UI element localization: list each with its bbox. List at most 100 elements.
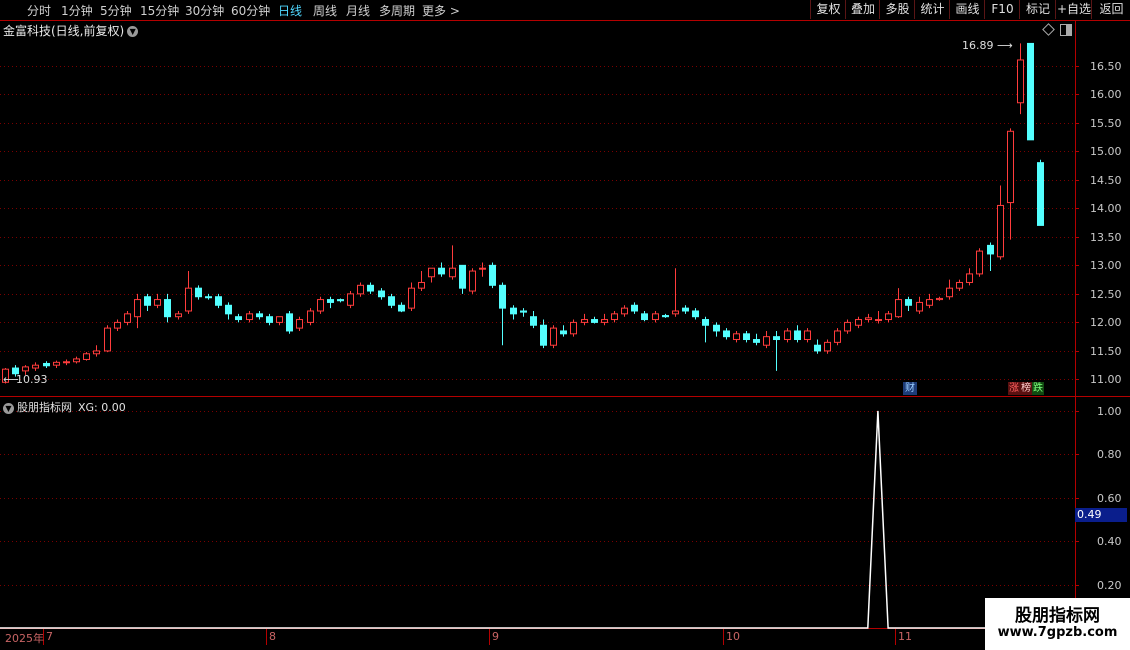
candle-29 bbox=[296, 316, 303, 331]
candle-21 bbox=[215, 293, 222, 309]
price-tick-label-8: 12.50 bbox=[1090, 287, 1122, 301]
candle-58 bbox=[591, 316, 598, 324]
candle-47 bbox=[479, 262, 486, 277]
candle-74 bbox=[753, 333, 760, 346]
candle-8 bbox=[83, 352, 90, 361]
candle-4 bbox=[43, 361, 50, 369]
candle-71 bbox=[723, 328, 730, 340]
candle-40 bbox=[408, 282, 415, 311]
candle-43 bbox=[438, 262, 445, 277]
candle-34 bbox=[347, 291, 354, 309]
price-tick-label-5: 14.00 bbox=[1090, 201, 1122, 215]
chevron-down-icon[interactable]: ▼ bbox=[3, 402, 14, 414]
indicator-tick-label-3: 0.40 bbox=[1097, 534, 1122, 548]
candle-92 bbox=[936, 296, 943, 301]
low-price-label: ⟵ 10.93 bbox=[3, 373, 48, 386]
candle-27 bbox=[276, 316, 283, 326]
candle-6 bbox=[63, 359, 70, 366]
candle-82 bbox=[834, 328, 841, 346]
price-tick-label-1: 16.00 bbox=[1090, 87, 1122, 101]
watermark-title: 股朋指标网 bbox=[1015, 606, 1100, 626]
candle-84 bbox=[855, 316, 862, 329]
candle-44 bbox=[449, 245, 456, 280]
candle-73 bbox=[743, 330, 750, 343]
candle-81 bbox=[824, 339, 831, 354]
candle-67 bbox=[682, 305, 689, 314]
candle-93 bbox=[946, 279, 953, 300]
indicator-value: XG: 0.00 bbox=[78, 401, 126, 414]
candle-75 bbox=[763, 330, 770, 349]
cursor-value-badge: 0.49 bbox=[1075, 508, 1127, 522]
candle-54 bbox=[550, 325, 557, 349]
candle-17 bbox=[175, 310, 182, 320]
candle-100 bbox=[1017, 43, 1024, 115]
candle-48 bbox=[489, 262, 496, 289]
date-tick-label-0: 2025年 bbox=[5, 632, 44, 645]
candle-41 bbox=[418, 271, 425, 292]
candle-57 bbox=[581, 313, 588, 326]
indicator-tick-label-4: 0.20 bbox=[1097, 578, 1122, 592]
indicator-tick-label-0: 1.00 bbox=[1097, 404, 1122, 418]
candle-55 bbox=[560, 325, 567, 337]
candle-96 bbox=[976, 248, 983, 277]
date-tick-label-5: 11 bbox=[898, 630, 912, 643]
price-tick-label-0: 16.50 bbox=[1090, 59, 1122, 73]
ranking-badge: 榜 bbox=[1020, 382, 1032, 395]
candle-80 bbox=[814, 339, 821, 354]
price-tick-label-7: 13.00 bbox=[1090, 258, 1122, 272]
candle-61 bbox=[621, 305, 628, 317]
candle-12 bbox=[124, 310, 131, 326]
candle-26 bbox=[266, 313, 273, 326]
candle-91 bbox=[926, 293, 933, 309]
candle-94 bbox=[956, 279, 963, 292]
candle-99 bbox=[1007, 128, 1014, 240]
candle-49 bbox=[499, 282, 506, 346]
candle-90 bbox=[916, 296, 923, 314]
candle-98 bbox=[997, 185, 1004, 260]
price-tick-label-2: 15.50 bbox=[1090, 116, 1122, 130]
candle-16 bbox=[164, 293, 171, 323]
candle-65 bbox=[662, 313, 669, 318]
candle-15 bbox=[154, 293, 161, 309]
candle-31 bbox=[317, 296, 324, 314]
candle-95 bbox=[966, 268, 973, 286]
candle-5 bbox=[53, 360, 60, 369]
indicator-tick-label-1: 0.80 bbox=[1097, 447, 1122, 461]
finance-badge[interactable]: 财 bbox=[903, 382, 917, 395]
candle-59 bbox=[601, 313, 608, 326]
candle-32 bbox=[327, 296, 334, 309]
candle-22 bbox=[225, 302, 232, 320]
candle-19 bbox=[195, 285, 202, 300]
date-tick-label-4: 10 bbox=[726, 630, 740, 643]
candle-102 bbox=[1037, 159, 1044, 226]
watermark: 股朋指标网 www.7gpzb.com bbox=[985, 598, 1130, 650]
candle-66 bbox=[672, 268, 679, 317]
candle-50 bbox=[510, 305, 517, 320]
price-tick-label-4: 14.50 bbox=[1090, 173, 1122, 187]
candle-38 bbox=[388, 293, 395, 309]
candle-69 bbox=[702, 316, 709, 343]
candle-9 bbox=[93, 345, 100, 357]
date-tick-label-1: 7 bbox=[46, 630, 53, 643]
xg-series-line bbox=[0, 410, 1075, 629]
candle-88 bbox=[895, 288, 902, 318]
candle-11 bbox=[114, 319, 121, 331]
price-tick-label-3: 15.00 bbox=[1090, 144, 1122, 158]
price-tick-label-6: 13.50 bbox=[1090, 230, 1122, 244]
candle-76 bbox=[773, 330, 780, 371]
candle-68 bbox=[692, 308, 699, 320]
price-tick-label-10: 11.50 bbox=[1090, 344, 1122, 358]
price-tick-label-9: 12.00 bbox=[1090, 315, 1122, 329]
candle-13 bbox=[134, 293, 141, 329]
high-price-label: 16.89 ⟶ bbox=[962, 39, 1013, 52]
candle-46 bbox=[469, 268, 476, 294]
candle-64 bbox=[652, 310, 659, 323]
candle-24 bbox=[246, 310, 253, 323]
candle-35 bbox=[357, 282, 364, 297]
candle-78 bbox=[794, 325, 801, 343]
indicator-title[interactable]: ▼ 股朋指标网 XG: 0.00 bbox=[3, 399, 126, 415]
limit-badge[interactable]: 涨榜跌 bbox=[1008, 382, 1044, 395]
candle-83 bbox=[844, 319, 851, 334]
candle-18 bbox=[185, 271, 192, 314]
candle-97 bbox=[987, 242, 994, 272]
